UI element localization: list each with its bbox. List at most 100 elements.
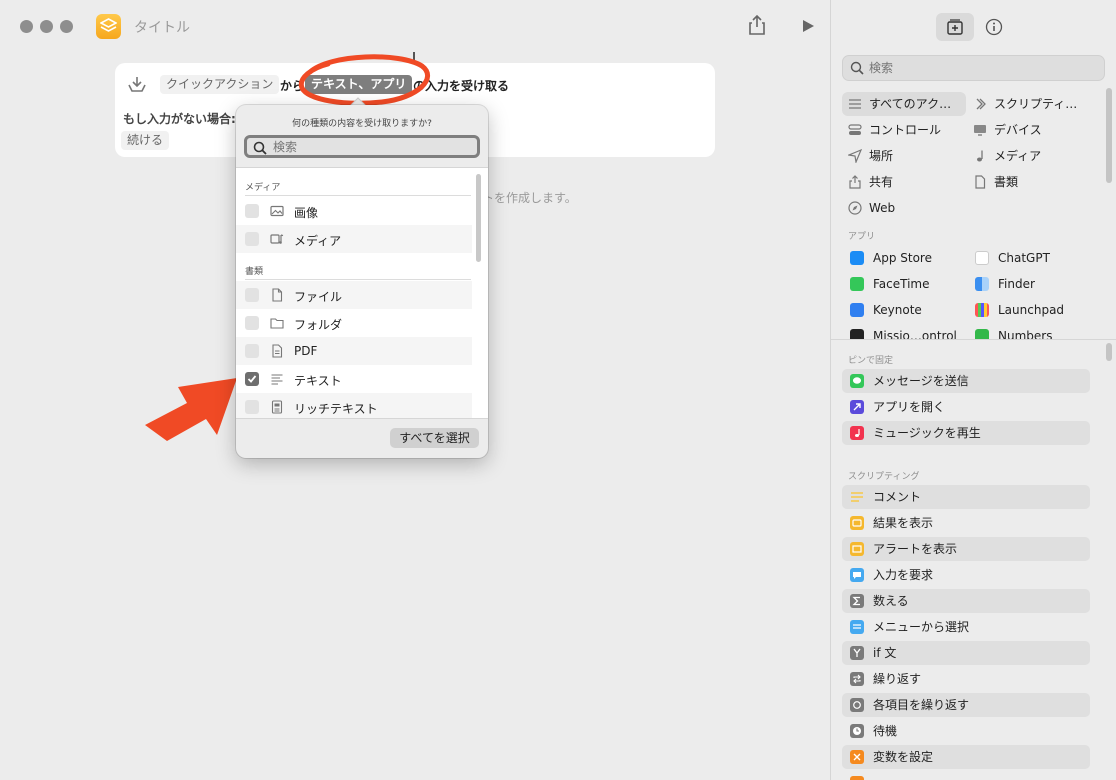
- mission-control-icon: [850, 329, 864, 339]
- checkbox-media[interactable]: [245, 232, 259, 246]
- category-web[interactable]: Web: [842, 196, 966, 220]
- finder-icon: [975, 277, 989, 291]
- category-control[interactable]: コントロール: [842, 118, 966, 142]
- sidebar-search-input[interactable]: [869, 60, 1089, 76]
- app-item-keynote[interactable]: Keynote: [842, 298, 966, 322]
- action-label: ミュージックを再生: [873, 426, 981, 440]
- launchpad-icon: [975, 303, 989, 317]
- section-header-media: メディア: [245, 183, 281, 193]
- control-icon: [848, 124, 862, 135]
- text-icon: [271, 374, 283, 385]
- category-all-actions[interactable]: すべてのアク…: [842, 92, 966, 116]
- action-repeat-with-each[interactable]: 各項目を繰り返す: [842, 693, 1090, 717]
- action-wait[interactable]: 待機: [842, 719, 1090, 743]
- search-icon: [253, 141, 267, 155]
- action-open-app[interactable]: アプリを開く: [842, 395, 1090, 419]
- action-repeat[interactable]: 繰り返す: [842, 667, 1090, 691]
- minimize-window-button[interactable]: [40, 20, 53, 33]
- category-label: すべてのアク…: [869, 97, 952, 111]
- action-count[interactable]: 数える: [842, 589, 1090, 613]
- pdf-icon: [272, 344, 283, 358]
- action-ask-for-input[interactable]: 入力を要求: [842, 563, 1090, 587]
- checkbox-rich-text[interactable]: [245, 400, 259, 414]
- popover-scrollbar[interactable]: [476, 174, 481, 262]
- app-item-mission-control[interactable]: Missio…ontrol: [842, 324, 966, 339]
- app-item-launchpad[interactable]: Launchpad: [967, 298, 1091, 322]
- list-item-file[interactable]: ファイル: [236, 281, 472, 309]
- select-all-button[interactable]: すべてを選択: [390, 428, 479, 448]
- category-label: 共有: [869, 175, 894, 189]
- chatgpt-icon: [975, 251, 989, 265]
- action-label: 各項目を繰り返す: [873, 698, 970, 712]
- category-documents[interactable]: 書類: [967, 170, 1091, 194]
- checkbox-image[interactable]: [245, 204, 259, 218]
- folder-icon: [270, 318, 284, 329]
- app-label: App Store: [873, 251, 932, 265]
- open-app-arrow-icon: [850, 400, 864, 414]
- list-item-folder[interactable]: フォルダ: [236, 309, 472, 337]
- sidebar-search-field[interactable]: [842, 55, 1105, 81]
- checkbox-folder[interactable]: [245, 316, 259, 330]
- numbers-icon: [975, 329, 989, 339]
- action-show-result[interactable]: 結果を表示: [842, 511, 1090, 535]
- action-label: メニューから選択: [873, 620, 970, 634]
- checkbox-text[interactable]: [245, 372, 259, 386]
- actions-scrollbar[interactable]: [1106, 343, 1112, 361]
- sidebar-divider: [831, 339, 1116, 340]
- checkbox-file[interactable]: [245, 288, 259, 302]
- app-item-facetime[interactable]: FaceTime: [842, 272, 966, 296]
- action-play-music[interactable]: ミュージックを再生: [842, 421, 1090, 445]
- category-device[interactable]: デバイス: [967, 118, 1091, 142]
- categories-scrollbar[interactable]: [1106, 88, 1112, 183]
- section-separator: [245, 279, 471, 280]
- music-icon: [850, 426, 864, 440]
- branch-icon: [850, 646, 864, 660]
- popover-search-input[interactable]: [273, 139, 473, 155]
- trigger-token[interactable]: クイックアクション: [160, 75, 280, 94]
- category-share[interactable]: 共有: [842, 170, 966, 194]
- category-media[interactable]: メディア: [967, 144, 1091, 168]
- list-item-pdf[interactable]: PDF: [236, 337, 472, 365]
- content-type-list[interactable]: メディア 画像 メディア 書類 ファイル フォルダ PDF テキスト リッチテキ…: [236, 167, 488, 419]
- share-icon[interactable]: [747, 14, 767, 36]
- list-icon: [849, 99, 861, 109]
- list-item-label: ファイル: [294, 290, 343, 304]
- zoom-window-button[interactable]: [60, 20, 73, 33]
- window-title[interactable]: タイトル: [134, 17, 190, 37]
- action-if[interactable]: if 文: [842, 641, 1090, 665]
- category-location[interactable]: 場所: [842, 144, 966, 168]
- list-item-image[interactable]: 画像: [236, 197, 472, 225]
- app-item-numbers[interactable]: Numbers: [967, 324, 1091, 339]
- checkbox-pdf[interactable]: [245, 344, 259, 358]
- app-label: Launchpad: [998, 303, 1065, 317]
- action-send-message[interactable]: メッセージを送信: [842, 369, 1090, 393]
- app-item-app-store[interactable]: App Store: [842, 246, 966, 270]
- add-action-icon: [947, 19, 963, 35]
- action-show-alert[interactable]: アラートを表示: [842, 537, 1090, 561]
- category-label: スクリプティ…: [994, 97, 1078, 111]
- app-item-chatgpt[interactable]: ChatGPT: [967, 246, 1091, 270]
- continue-token[interactable]: 続ける: [121, 131, 170, 150]
- scripting-icon: [976, 98, 986, 110]
- category-label: コントロール: [869, 123, 942, 137]
- action-label: アプリを開く: [873, 400, 946, 414]
- action-library-button[interactable]: [936, 13, 974, 41]
- category-label: Web: [869, 201, 896, 215]
- shortcuts-app-icon[interactable]: [96, 14, 121, 39]
- action-choose-from-menu[interactable]: メニューから選択: [842, 615, 1090, 639]
- info-icon[interactable]: [984, 17, 1004, 37]
- category-scripting[interactable]: スクリプティ…: [967, 92, 1091, 116]
- list-item-text[interactable]: テキスト: [236, 365, 472, 393]
- list-item-label: テキスト: [294, 374, 342, 388]
- play-icon[interactable]: [801, 19, 815, 33]
- popover-search-field[interactable]: [244, 135, 480, 158]
- list-item-rich-text[interactable]: リッチテキスト: [236, 393, 472, 418]
- close-window-button[interactable]: [20, 20, 33, 33]
- action-label: コメント: [873, 490, 922, 504]
- list-item-media[interactable]: メディア: [236, 225, 472, 253]
- app-item-finder[interactable]: Finder: [967, 272, 1091, 296]
- action-set-variable[interactable]: 変数を設定: [842, 745, 1090, 769]
- action-label: メッセージを送信: [873, 374, 969, 388]
- action-partial-next[interactable]: [842, 771, 1090, 780]
- action-comment[interactable]: コメント: [842, 485, 1090, 509]
